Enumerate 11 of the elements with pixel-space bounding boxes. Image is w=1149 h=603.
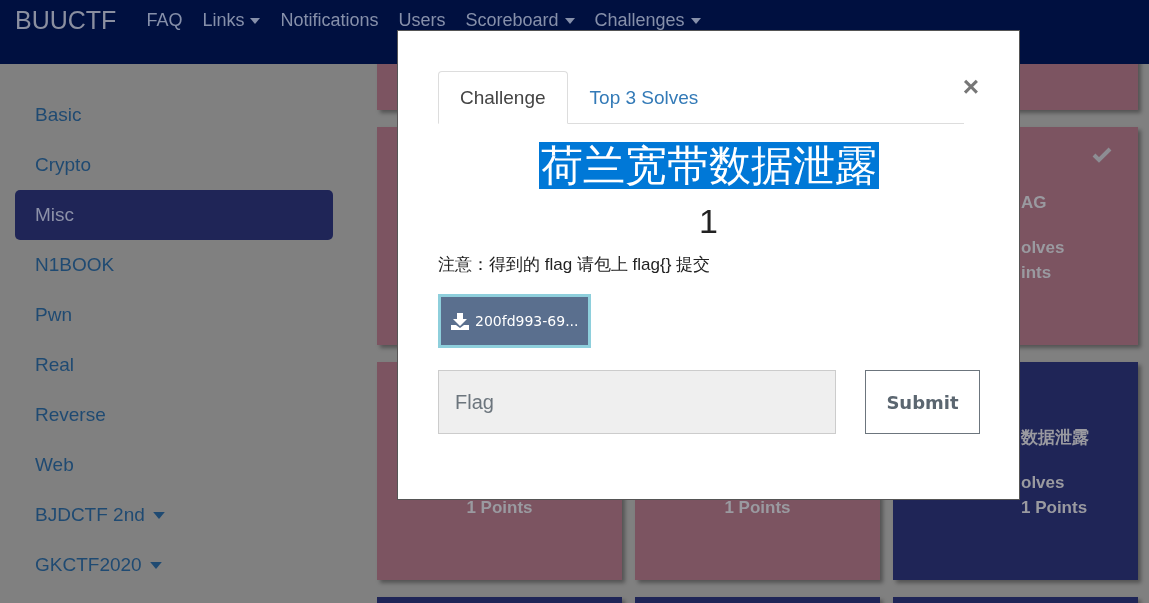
points-label: 1 Points: [1021, 498, 1088, 517]
challenge-title: 荷兰宽带数据泄露: [538, 142, 879, 189]
points-label: 1 Points: [466, 498, 533, 517]
points-label: 1 Points: [724, 498, 791, 517]
challenge-title: AG: [1021, 193, 1047, 212]
points-label: ints: [1021, 263, 1052, 282]
challenge-title: 数据泄露: [1021, 428, 1089, 447]
challenge-description: 注意：得到的 flag 请包上 flag{} 提交: [438, 255, 711, 274]
challenge-points: 1: [699, 202, 718, 240]
solves-count: olves: [1021, 238, 1065, 257]
solves-count: olves: [1021, 473, 1065, 492]
